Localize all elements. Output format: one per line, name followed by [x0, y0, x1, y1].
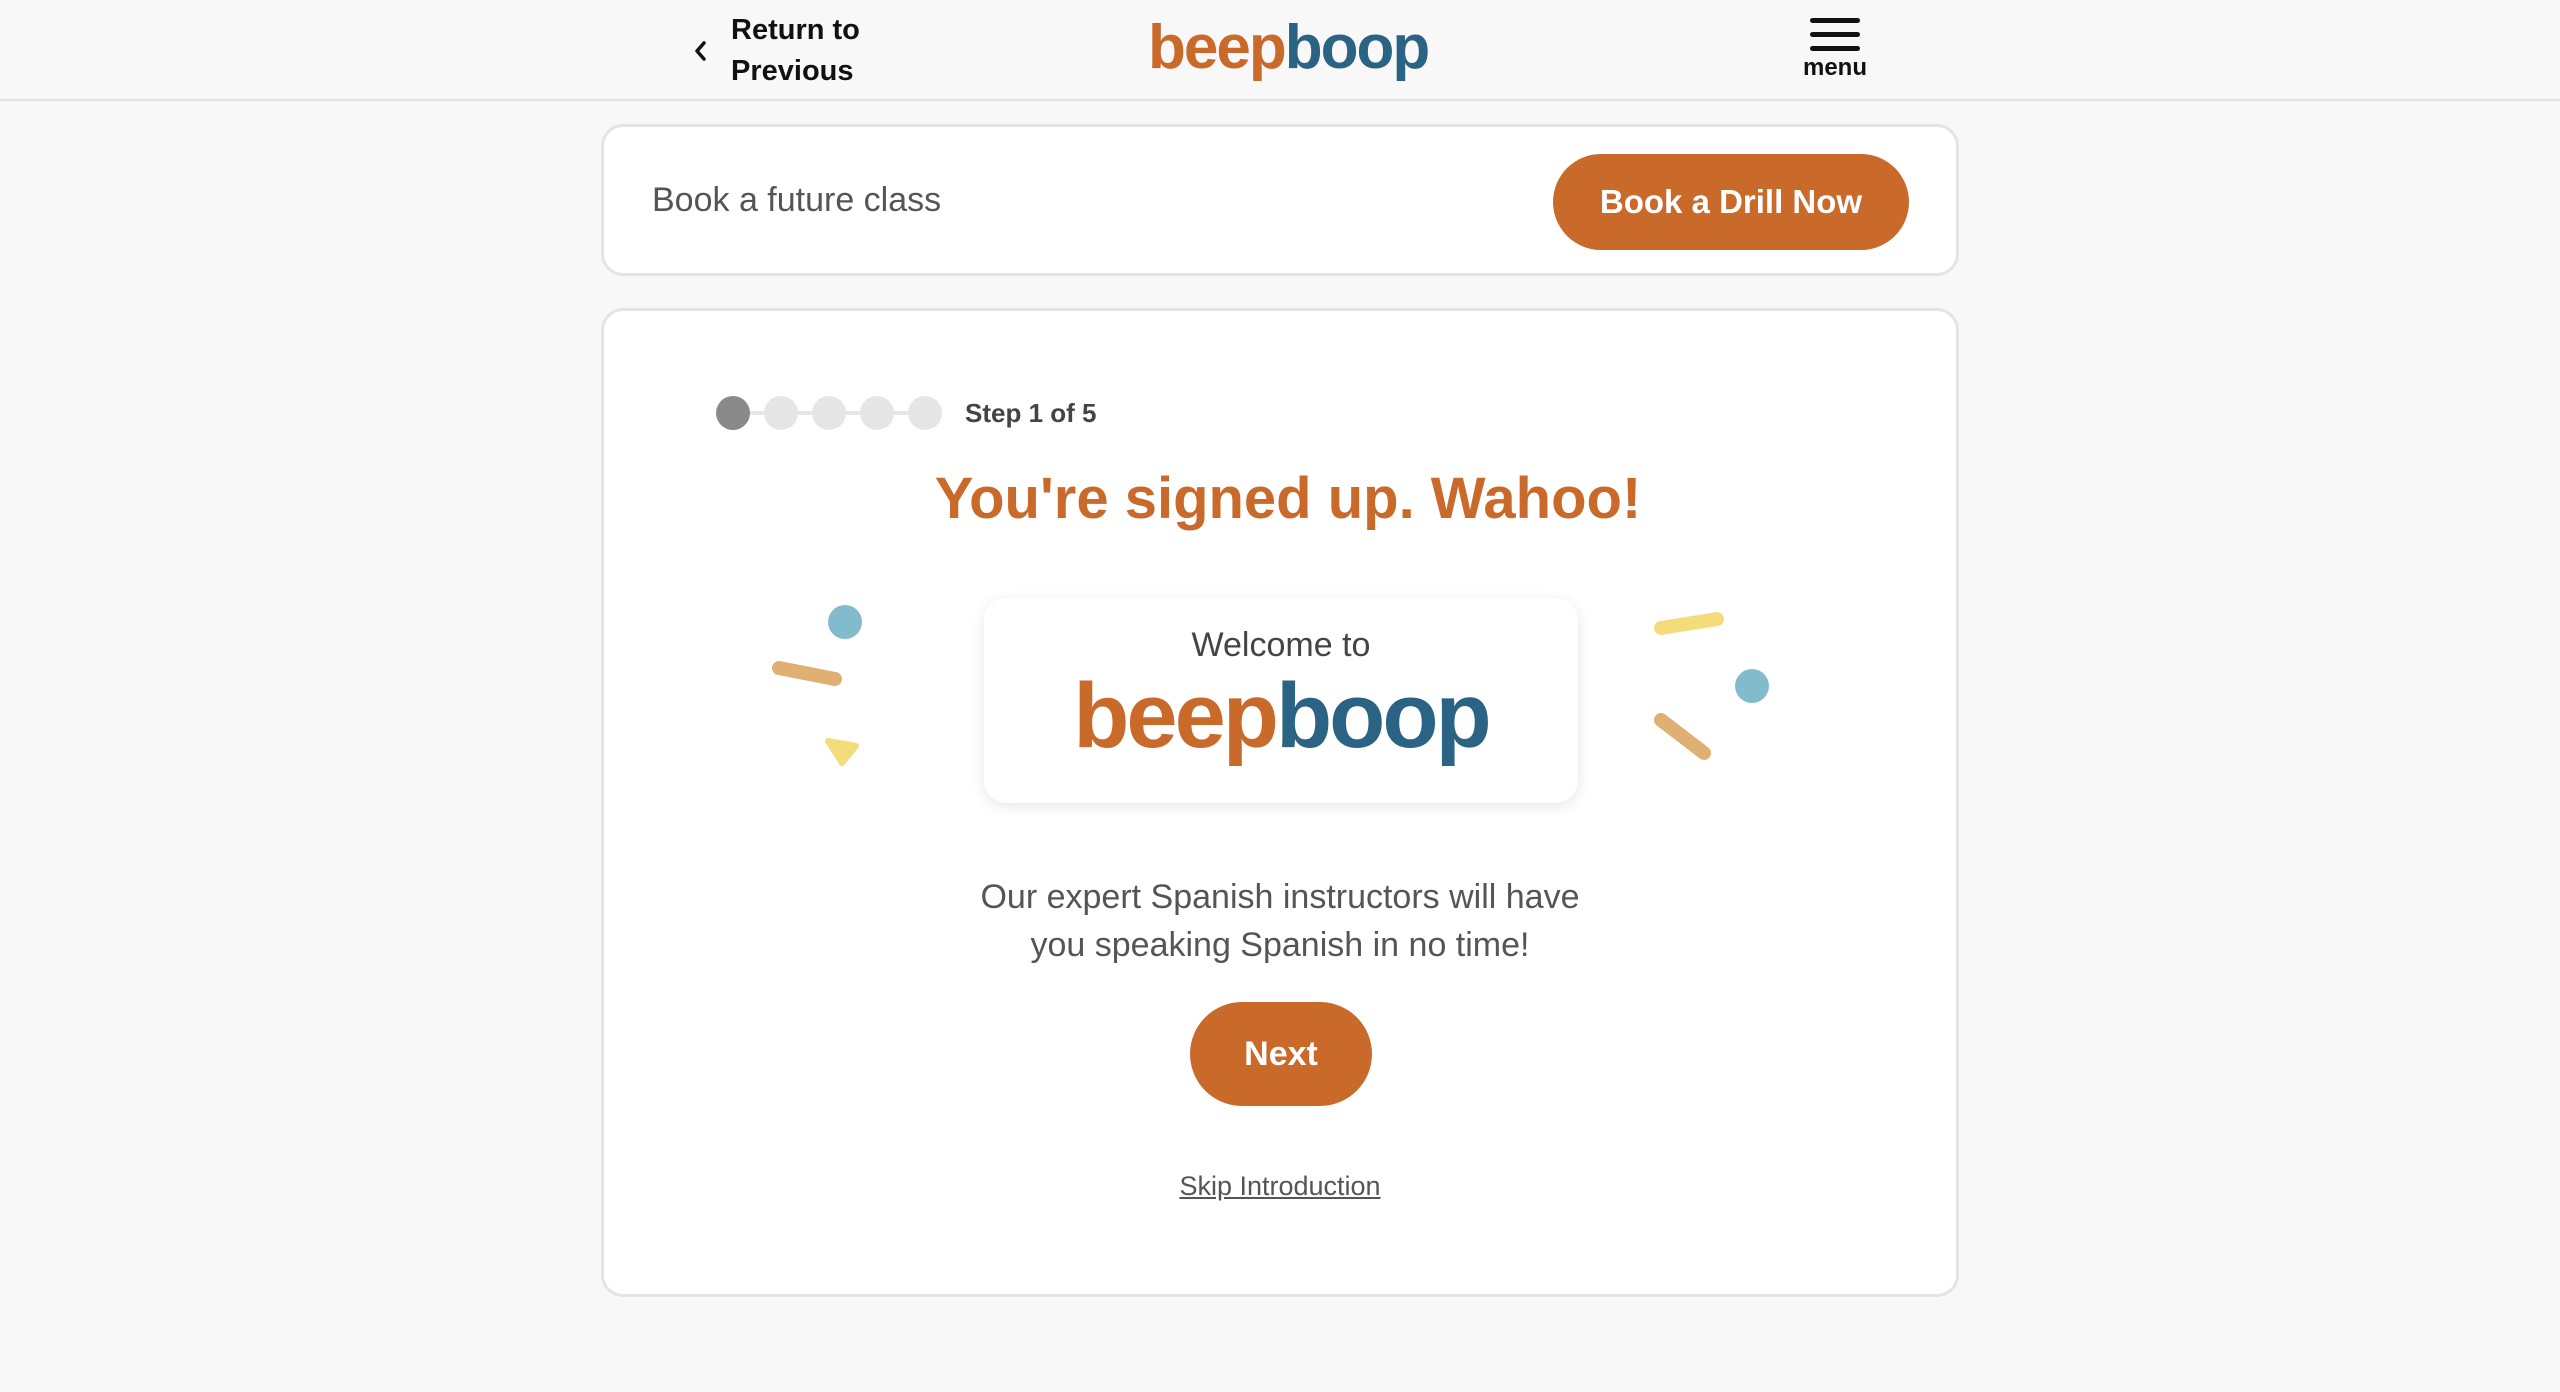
confetti-right-decoration	[1654, 612, 1769, 760]
chevron-left-icon	[683, 31, 719, 71]
step-dot-2	[764, 396, 798, 430]
hamburger-icon	[1810, 14, 1860, 54]
book-drill-now-button[interactable]: Book a Drill Now	[1553, 154, 1909, 250]
menu-button[interactable]: menu	[1795, 14, 1875, 90]
step-dot-4	[860, 396, 894, 430]
description-line-1: Our expert Spanish instructors will have	[980, 878, 1580, 916]
welcome-to-text: Welcome to	[1191, 626, 1371, 664]
skip-introduction-label: Skip Introduction	[1179, 1171, 1381, 1201]
confetti-left-decoration	[772, 605, 862, 766]
welcome-logo-boop: boop	[1275, 665, 1492, 767]
welcome-card: Welcome to beepboop	[984, 598, 1578, 803]
brand-logo[interactable]: beepboop	[1148, 6, 1430, 90]
menu-label: menu	[1802, 54, 1867, 81]
onboarding-description: Our expert Spanish instructors will have…	[604, 873, 1956, 969]
return-label-line1: Return to	[731, 14, 860, 46]
book-class-card: Book a future class Book a Drill Now	[601, 124, 1959, 276]
description-line-2: you speaking Spanish in no time!	[1030, 926, 1530, 964]
welcome-logo-beep: beep	[1073, 665, 1279, 767]
signup-headline: You're signed up. Wahoo!	[934, 466, 1642, 531]
skip-introduction-link[interactable]: Skip Introduction	[604, 1166, 1956, 1206]
step-dot-3	[812, 396, 846, 430]
step-dot-5	[908, 396, 942, 430]
welcome-brand-logo: beepboop	[984, 668, 1578, 764]
next-button[interactable]: Next	[1190, 1002, 1372, 1106]
book-future-class-text: Book a future class	[652, 181, 942, 219]
step-progress-indicator	[716, 394, 946, 430]
onboarding-card: Step 1 of 5 You're signed up. Wahoo! Wel…	[601, 308, 1959, 1297]
brand-logo-beep: beep	[1148, 13, 1287, 82]
step-counter-text: Step 1 of 5	[965, 398, 1097, 428]
return-to-previous-link[interactable]: Return to Previous	[683, 8, 903, 94]
step-dot-1	[716, 396, 750, 430]
top-navigation-bar: Return to Previous beepboop menu	[0, 0, 2560, 101]
brand-logo-boop: boop	[1284, 13, 1430, 82]
return-label-line2: Previous	[731, 55, 854, 87]
return-to-previous-label: Return to Previous	[731, 10, 860, 92]
